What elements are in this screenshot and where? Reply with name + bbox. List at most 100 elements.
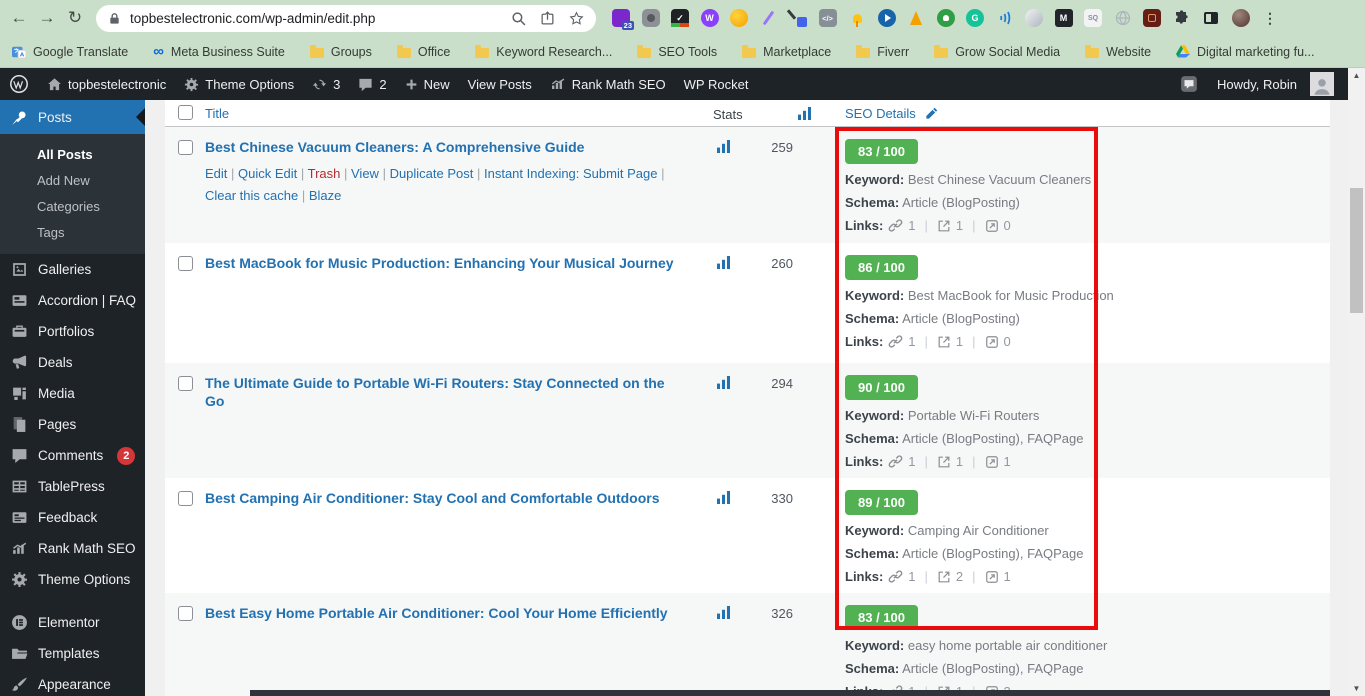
orange-dot-extension-icon[interactable] [730,9,748,27]
sidebar-item-templates[interactable]: Templates [0,638,145,669]
globe-extension-icon[interactable] [1114,9,1132,27]
submenu-all-posts[interactable]: All Posts [0,141,145,167]
stats-chart-icon[interactable] [717,140,730,153]
row-checkbox[interactable] [178,606,193,621]
sidebar-item-portfolios[interactable]: Portfolios [0,316,145,347]
bookmark-digital-marketing[interactable]: Digital marketing fu... [1176,45,1314,59]
bookmark-folder-fiverr[interactable]: Fiverr [856,45,909,59]
sidebar-item-comments[interactable]: Comments 2 [0,440,145,471]
view-posts-menu[interactable]: View Posts [459,68,541,100]
sidebar-item-rank-math[interactable]: Rank Math SEO [0,533,145,564]
action-instant-indexing[interactable]: Instant Indexing: Submit Page [484,166,664,181]
bookmark-folder-groups[interactable]: Groups [309,45,372,59]
sidebar-item-elementor[interactable]: Elementor [0,607,145,638]
theme-options-menu[interactable]: Theme Options [175,68,303,100]
play-circle-extension-icon[interactable] [877,9,896,27]
camera-extension-icon[interactable] [641,9,660,27]
bookmark-folder-seo-tools[interactable]: SEO Tools [637,45,717,59]
share-icon[interactable] [540,10,555,26]
bookmark-google-translate[interactable]: Google Translate [12,45,128,59]
stats-chart-icon[interactable] [717,491,730,504]
sidebar-item-accordion-faq[interactable]: Accordion | FAQ [0,285,145,316]
bookmark-folder-marketplace[interactable]: Marketplace [742,45,831,59]
rank-math-menu[interactable]: Rank Math SEO [541,68,675,100]
sidebar-item-galleries[interactable]: Galleries [0,254,145,285]
horizontal-scrollbar[interactable] [250,690,1330,696]
row-checkbox[interactable] [178,140,193,155]
address-bar[interactable]: topbestelectronic.com/wp-admin/edit.php [96,4,596,32]
updates-menu[interactable]: 3 [303,68,349,100]
action-edit[interactable]: Edit [205,166,238,181]
action-clear-cache[interactable]: Clear this cache [205,188,309,203]
sidebar-item-theme-options[interactable]: Theme Options [0,564,145,595]
sphere-extension-icon[interactable] [1025,9,1043,27]
column-header-seo-details[interactable]: SEO Details [845,106,939,121]
row-checkbox[interactable] [178,256,193,271]
sidebar-item-tablepress[interactable]: TablePress [0,471,145,502]
zoom-search-icon[interactable] [511,11,526,26]
forward-icon[interactable]: → [34,5,60,31]
bookmark-folder-website[interactable]: Website [1085,45,1151,59]
color-picker-extension-icon[interactable] [786,9,807,27]
scroll-up-arrow[interactable]: ▲ [1348,68,1365,83]
bookmark-star-icon[interactable] [569,10,584,26]
sidepanel-extension-icon[interactable] [1202,9,1220,27]
seoquake-extension-icon[interactable]: SQ [1084,9,1102,27]
post-title-link[interactable]: The Ultimate Guide to Portable Wi-Fi Rou… [205,375,665,409]
submenu-tags[interactable]: Tags [0,219,145,245]
stats-chart-icon[interactable] [717,256,730,269]
my-account-menu[interactable]: Howdy, Robin [1208,68,1348,100]
post-title-link[interactable]: Best Easy Home Portable Air Conditioner:… [205,605,668,621]
sidebar-item-posts[interactable]: Posts [0,100,145,134]
lamp-extension-icon[interactable] [848,9,866,27]
stats-chart-icon[interactable] [717,376,730,389]
site-name-menu[interactable]: topbestelectronic [38,68,175,100]
bookmark-folder-office[interactable]: Office [396,45,450,59]
row-checkbox[interactable] [178,376,193,391]
select-all-checkbox[interactable] [178,105,193,120]
checker-extension-icon[interactable]: ✓ [671,9,689,27]
post-title-link[interactable]: Best MacBook for Music Production: Enhan… [205,255,674,271]
bookmark-folder-keyword-research[interactable]: Keyword Research... [475,45,612,59]
action-trash[interactable]: Trash [308,166,351,181]
profile-avatar-icon[interactable] [1231,9,1250,27]
submenu-categories[interactable]: Categories [0,193,145,219]
sidebar-item-media[interactable]: Media [0,378,145,409]
bulb-extension-icon[interactable] [936,9,955,27]
scroll-down-arrow[interactable]: ▼ [1348,681,1365,696]
w-circle-extension-icon[interactable]: W [700,9,719,27]
shopping-extension-icon[interactable]: 23 [612,9,634,30]
wp-logo-menu[interactable] [0,68,38,100]
sidebar-item-deals[interactable]: Deals [0,347,145,378]
notification-bubble-icon[interactable] [1180,75,1198,93]
column-header-title[interactable]: Title [205,106,229,121]
waves-extension-icon[interactable] [996,9,1014,27]
action-duplicate-post[interactable]: Duplicate Post [390,166,484,181]
stats-chart-icon[interactable] [717,606,730,619]
action-blaze[interactable]: Blaze [309,188,342,203]
bookmark-meta-business-suite[interactable]: ∞ Meta Business Suite [153,43,285,60]
back-icon[interactable]: ← [6,5,32,31]
sidebar-item-feedback[interactable]: Feedback [0,502,145,533]
m-extension-icon[interactable]: M [1054,9,1073,27]
post-title-link[interactable]: Best Camping Air Conditioner: Stay Cool … [205,490,660,506]
vertical-scrollbar[interactable]: ▲ ▼ [1348,68,1365,696]
post-title-link[interactable]: Best Chinese Vacuum Cleaners: A Comprehe… [205,139,584,155]
puzzle-extensions-icon[interactable] [1173,9,1191,27]
action-view[interactable]: View [351,166,390,181]
code-extension-icon[interactable]: </> [818,9,837,27]
pen-extension-icon[interactable] [760,9,778,27]
sidebar-item-appearance[interactable]: Appearance [0,669,145,696]
sidebar-item-pages[interactable]: Pages [0,409,145,440]
scrollbar-thumb[interactable] [1350,188,1363,313]
row-checkbox[interactable] [178,491,193,506]
reload-icon[interactable]: ↻ [62,5,88,31]
new-content-menu[interactable]: New [396,68,459,100]
submenu-add-new[interactable]: Add New [0,167,145,193]
wp-rocket-menu[interactable]: WP Rocket [675,68,758,100]
grammarly-extension-icon[interactable]: G [966,9,984,27]
browser-menu-icon[interactable]: ⋮ [1261,9,1279,27]
action-quick-edit[interactable]: Quick Edit [238,166,308,181]
bookmark-folder-grow-social-media[interactable]: Grow Social Media [934,45,1060,59]
flask-extension-icon[interactable] [907,9,925,27]
